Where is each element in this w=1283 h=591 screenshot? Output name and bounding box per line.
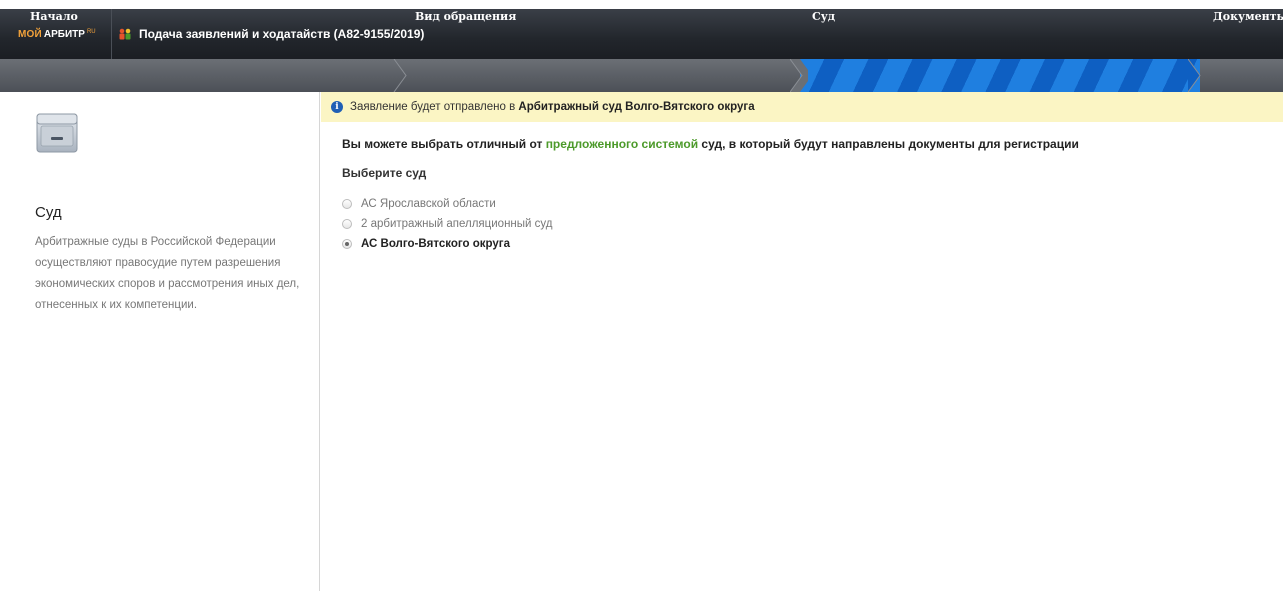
step-start[interactable]: Начало [30, 0, 78, 33]
step-court[interactable]: Суд [812, 0, 835, 33]
sidebar: Суд Арбитражные суды в Российской Федера… [0, 92, 320, 591]
court-option-label[interactable]: 2 арбитражный апелляционный суд [361, 218, 553, 230]
court-option-label[interactable]: АС Ярославской области [361, 198, 496, 210]
court-option-label[interactable]: АС Волго-Вятского округа [361, 238, 510, 250]
choose-court-label: Выберите суд [342, 166, 427, 180]
notice-banner: i Заявление будет отправлено в Арбитражн… [321, 92, 1283, 122]
intro-text-part1: Вы можете выбрать отличный от [342, 137, 546, 151]
logo-text-ru: RU [86, 29, 96, 35]
radio-button[interactable] [342, 219, 352, 229]
app-title-text: Подача заявлений и ходатайств (А82-9155/… [139, 27, 425, 41]
intro-link[interactable]: предложенного системой [546, 137, 698, 151]
notice-court-name: Арбитражный суд Волго-Вятского округа [518, 101, 755, 113]
people-icon [118, 27, 132, 41]
court-option[interactable]: 2 арбитражный апелляционный суд [342, 218, 553, 230]
court-option[interactable]: АС Ярославской области [342, 198, 496, 210]
sidebar-description: Арбитражные суды в Российской Федерации … [35, 236, 300, 311]
court-option-selected[interactable]: АС Волго-Вятского округа [342, 238, 510, 250]
info-icon: i [331, 101, 343, 113]
step-separator [393, 59, 407, 92]
step-separator [790, 59, 808, 92]
sidebar-title: Суд [35, 204, 62, 221]
printer-icon [35, 110, 79, 154]
step-request-type[interactable]: Вид обращения [415, 0, 516, 33]
active-step-highlight [800, 59, 1200, 92]
radio-button-checked[interactable] [342, 239, 352, 249]
app-title: Подача заявлений и ходатайств (А82-9155/… [118, 9, 424, 59]
intro-text: Вы можете выбрать отличный от предложенн… [342, 137, 1079, 151]
radio-button[interactable] [342, 199, 352, 209]
notice-text: Заявление будет отправлено в [350, 101, 519, 113]
step-documents[interactable]: Документы [1213, 0, 1283, 33]
step-separator [1188, 59, 1201, 92]
intro-text-part2: суд, в который будут направлены документ… [698, 137, 1079, 151]
